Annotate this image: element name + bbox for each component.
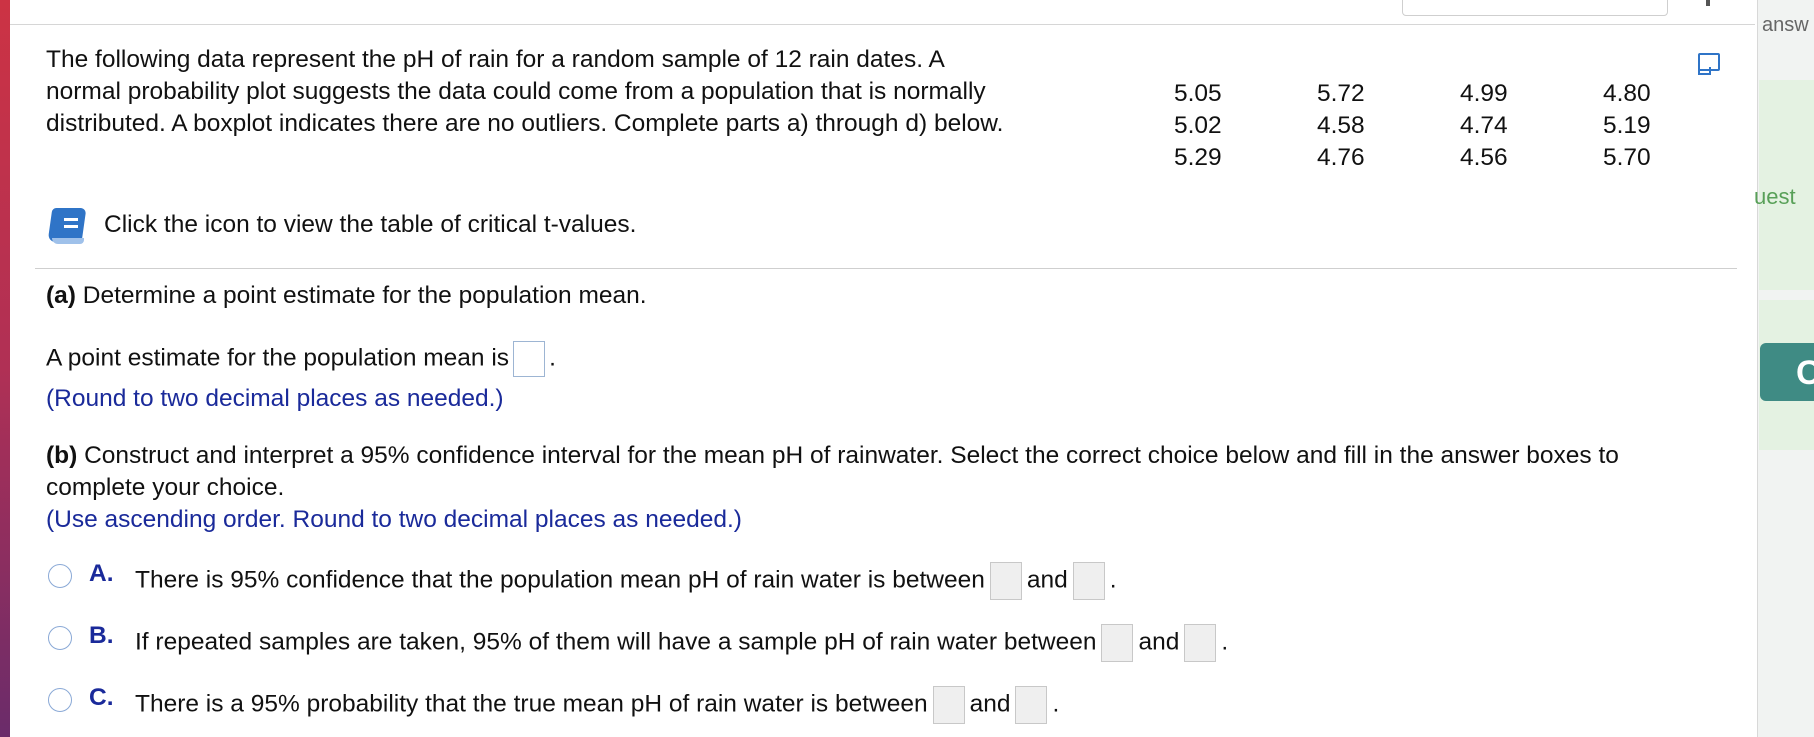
part-a-label: (a) [46,282,76,309]
copy-data-icon[interactable] [1698,53,1720,75]
question-content: The following data represent the pH of r… [35,0,1746,737]
table-cell: 5.29 [1174,144,1222,171]
option-a-and: and [1026,566,1068,594]
option-b-text-row: If repeated samples are taken, 95% of th… [135,624,1228,662]
ph-data-table: 5.05 5.72 4.99 4.80 5.02 4.58 4.74 5.19 … [1174,78,1746,174]
option-a-end: . [1109,566,1117,594]
option-a-lower-input[interactable] [989,562,1022,600]
part-a-answer-prefix: A point estimate for the population mean… [46,344,510,372]
option-c-and: and [969,690,1011,718]
table-cell: 4.80 [1603,80,1651,107]
option-a-radio[interactable] [48,564,72,588]
part-b-question-cont: complete your choice. [46,474,285,501]
table-cell: 5.05 [1174,80,1222,107]
table-cell: 4.76 [1317,144,1365,171]
option-c-text-row: There is a 95% probability that the true… [135,686,1059,724]
option-c-text: There is a 95% probability that the true… [135,690,928,718]
option-a-text-row: There is 95% confidence that the populat… [135,562,1117,600]
table-cell: 4.58 [1317,112,1365,139]
part-b-label: (b) [46,442,78,469]
book-pages [52,238,84,244]
window-left-edge [0,0,10,737]
option-b-upper-input[interactable] [1184,624,1217,662]
section-divider [35,268,1737,269]
option-b-and: and [1138,628,1180,656]
intro-line-1: The following data represent the pH of r… [46,46,945,73]
option-c-letter: C. [89,684,114,711]
right-panel-button-label: C [1796,354,1814,392]
option-a-text: There is 95% confidence that the populat… [135,566,985,594]
option-b-text: If repeated samples are taken, 95% of th… [135,628,1097,656]
part-a-answer-row: A point estimate for the population mean… [46,341,556,377]
option-b-letter: B. [89,622,114,649]
part-b-hint: (Use ascending order. Round to two decim… [46,506,742,533]
table-cell: 5.19 [1603,112,1651,139]
problem-intro: The following data represent the pH of r… [46,44,1086,140]
table-cell: 5.72 [1317,80,1365,107]
right-panel-question-label: uest [1754,184,1796,209]
part-a-text: Determine a point estimate for the popul… [75,282,647,309]
part-a-question: (a) Determine a point estimate for the p… [46,282,647,310]
table-row: 5.29 4.76 4.56 5.70 [1174,142,1746,174]
critical-values-link-text: Click the icon to view the table of crit… [104,211,637,238]
option-a-upper-input[interactable] [1072,562,1105,600]
option-b-radio[interactable] [48,626,72,650]
table-cell: 5.02 [1174,112,1222,139]
table-cell: 5.70 [1603,144,1651,171]
table-cell: 4.74 [1460,112,1508,139]
table-cell: 4.99 [1460,80,1508,107]
point-estimate-input[interactable] [513,341,546,377]
book-line [64,218,78,221]
intro-line-3: distributed. A boxplot indicates there a… [46,110,1004,137]
table-row: 5.02 4.58 4.74 5.19 [1174,110,1746,142]
option-a-letter: A. [89,560,114,587]
option-b-end: . [1221,628,1229,656]
option-c-radio[interactable] [48,688,72,712]
part-b-question: (b) Construct and interpret a 95% confid… [46,442,1619,470]
table-row: 5.05 5.72 4.99 4.80 [1174,78,1746,110]
table-cell: 4.56 [1460,144,1508,171]
part-a-answer-suffix: . [549,344,556,372]
part-b-text: Construct and interpret a 95% confidence… [77,442,1619,469]
right-panel-button[interactable]: C [1760,343,1814,401]
option-c-upper-input[interactable] [1015,686,1048,724]
book-line [64,225,78,228]
intro-line-2: normal probability plot suggests the dat… [46,78,986,105]
part-a-hint: (Round to two decimal places as needed.) [46,385,504,412]
option-c-lower-input[interactable] [932,686,965,724]
right-panel-answer-label: answ [1762,14,1809,36]
book-icon[interactable] [47,208,87,246]
option-b-lower-input[interactable] [1101,624,1134,662]
option-c-end: . [1052,690,1060,718]
